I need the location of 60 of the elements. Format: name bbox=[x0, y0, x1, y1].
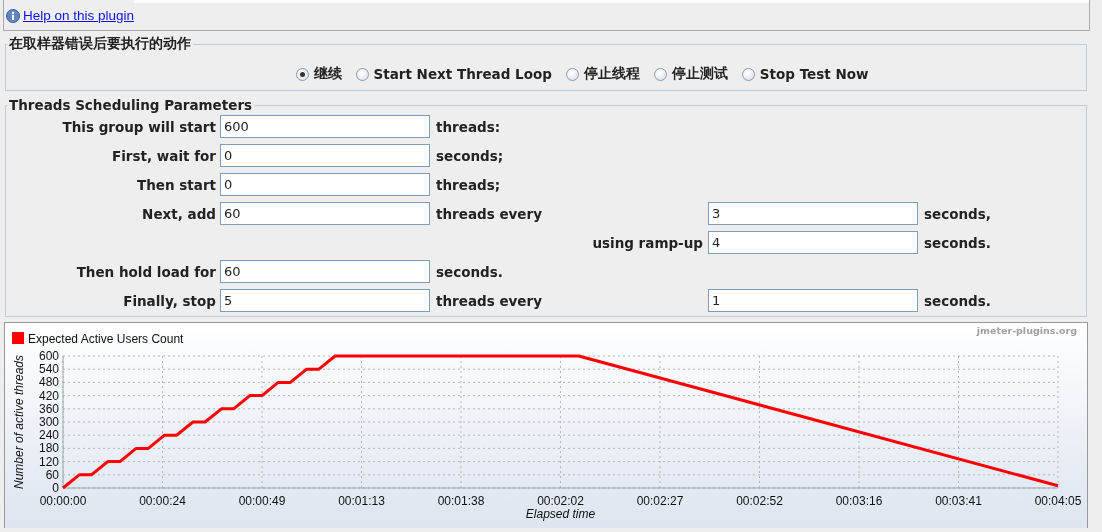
field-label: Next, add bbox=[141, 205, 217, 222]
x-axis-title: Elapsed time bbox=[525, 507, 596, 521]
input-field[interactable]: 5 bbox=[220, 289, 430, 312]
unit-label: seconds, bbox=[923, 205, 992, 222]
field-label: This group will start bbox=[61, 118, 217, 135]
field-label: Then start bbox=[136, 176, 217, 193]
radio-option[interactable]: Stop Test Now bbox=[741, 65, 869, 83]
y-tick-label: 600 bbox=[38, 349, 59, 363]
radio-option[interactable]: 继续 bbox=[295, 65, 342, 83]
y-tick-label: 420 bbox=[38, 388, 59, 403]
input-field[interactable]: 60 bbox=[220, 260, 430, 283]
input-field[interactable]: 4 bbox=[708, 231, 918, 254]
x-tick-label: 00:01:38 bbox=[437, 494, 485, 508]
input-field[interactable]: 600 bbox=[220, 115, 430, 138]
x-tick-label: 00:03:16 bbox=[835, 494, 883, 508]
legend-label: Expected Active Users Count bbox=[28, 332, 184, 346]
x-tick-label: 00:02:02 bbox=[537, 494, 584, 508]
y-tick-label: 360 bbox=[38, 401, 59, 416]
credit-text: jmeter-plugins.org bbox=[976, 325, 1077, 336]
radio-option[interactable]: 停止线程 bbox=[565, 65, 640, 83]
radio-option[interactable]: 停止测试 bbox=[653, 65, 728, 83]
input-field[interactable]: 0 bbox=[220, 144, 430, 167]
x-tick-label: 00:02:27 bbox=[636, 494, 684, 508]
unit-label: seconds. bbox=[923, 292, 992, 309]
radio-option[interactable]: Start Next Thread Loop bbox=[355, 65, 552, 83]
x-tick-label: 00:03:41 bbox=[935, 494, 982, 508]
unit-label: seconds. bbox=[435, 263, 504, 280]
field-label: using ramp-up bbox=[591, 234, 704, 251]
unit-label: threads; bbox=[435, 176, 502, 193]
x-tick-label: 00:01:13 bbox=[338, 494, 385, 508]
y-axis-title: Number of active threads bbox=[12, 354, 26, 490]
input-field[interactable]: 60 bbox=[220, 202, 430, 225]
x-tick-label: 00:02:52 bbox=[736, 494, 783, 508]
y-tick-label: 180 bbox=[38, 441, 59, 456]
unit-label: threads: bbox=[435, 118, 502, 135]
input-field[interactable]: 3 bbox=[708, 202, 918, 225]
field-label: Then hold load for bbox=[75, 263, 217, 280]
field-label: Finally, stop bbox=[122, 292, 217, 309]
panel-title: 在取样器错误后要执行的动作 bbox=[8, 35, 192, 53]
x-tick-label: 00:00:24 bbox=[139, 494, 186, 508]
y-tick-label: 300 bbox=[38, 415, 59, 429]
y-tick-label: 120 bbox=[38, 454, 59, 469]
x-tick-label: 00:04:05 bbox=[1034, 494, 1082, 508]
unit-label: seconds. bbox=[923, 234, 992, 251]
x-tick-label: 00:00:00 bbox=[39, 494, 87, 508]
field-label: First, wait for bbox=[111, 147, 217, 164]
input-field[interactable]: 0 bbox=[220, 173, 430, 196]
unit-label: seconds; bbox=[435, 147, 505, 164]
y-tick-label: 240 bbox=[38, 428, 59, 443]
info-icon bbox=[6, 8, 20, 23]
y-tick-label: 540 bbox=[38, 362, 59, 377]
y-tick-label: 480 bbox=[38, 375, 59, 390]
unit-label: threads every bbox=[435, 292, 543, 309]
x-tick-label: 00:00:49 bbox=[238, 494, 286, 508]
input-field[interactable]: 1 bbox=[708, 289, 918, 312]
unit-label: threads every bbox=[435, 205, 543, 222]
y-tick-label: 60 bbox=[45, 467, 59, 482]
y-tick-label: 0 bbox=[52, 481, 59, 495]
help-link[interactable]: Help on this plugin bbox=[23, 8, 135, 23]
panel-title: Threads Scheduling Parameters bbox=[8, 97, 254, 113]
